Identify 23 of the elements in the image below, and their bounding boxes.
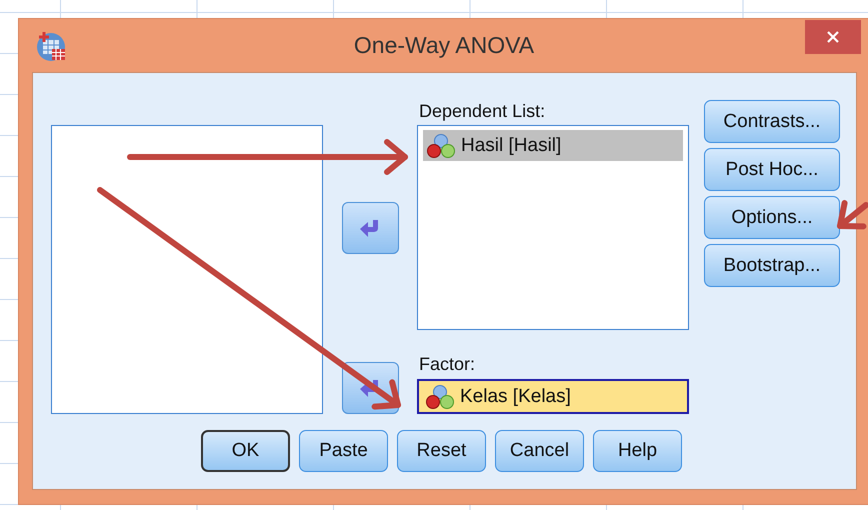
variable-list[interactable]	[51, 125, 323, 414]
dialog-button[interactable]: Bootstrap...	[704, 244, 840, 287]
window-title: One-Way ANOVA	[354, 32, 534, 59]
variable-icon	[425, 384, 455, 410]
dialog-button[interactable]: OK	[201, 430, 290, 472]
dialog-button[interactable]: Post Hoc...	[704, 148, 840, 191]
annotation-arrow	[837, 200, 868, 230]
factor-field[interactable]: Kelas [Kelas]	[417, 379, 689, 414]
close-button[interactable]	[805, 20, 861, 54]
variable-icon	[426, 132, 456, 158]
dialog-button[interactable]: Cancel	[495, 430, 584, 472]
dependent-list[interactable]: Hasil [Hasil]	[417, 125, 689, 330]
dialog-button[interactable]: Help	[593, 430, 682, 472]
move-button[interactable]	[342, 202, 398, 254]
table-icon	[35, 30, 67, 62]
dialog-button[interactable]: Options...	[704, 196, 840, 239]
close-icon	[826, 30, 840, 44]
dialog-button[interactable]: Contrasts...	[704, 100, 840, 143]
list-item[interactable]: Hasil [Hasil]	[423, 130, 683, 161]
dialog-button[interactable]: Reset	[397, 430, 486, 472]
dialog-button[interactable]: Paste	[299, 430, 388, 472]
field-label: Factor:	[418, 354, 476, 376]
field-label: Dependent List:	[418, 101, 546, 123]
